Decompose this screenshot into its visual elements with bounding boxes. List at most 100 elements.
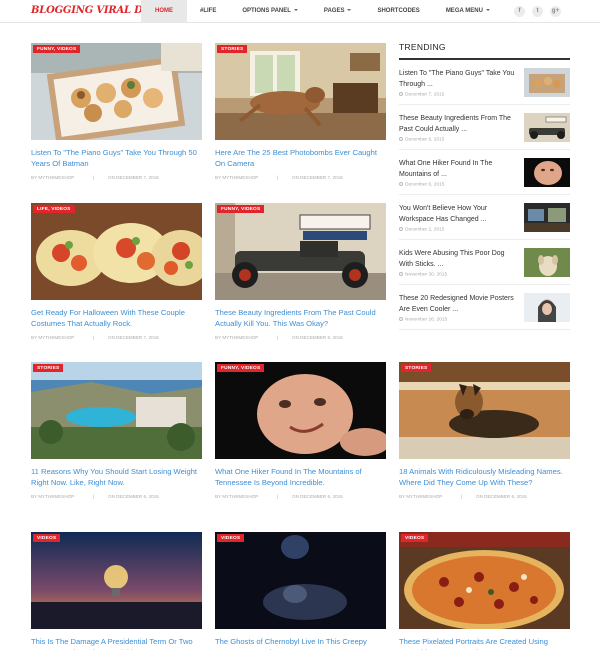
post-title[interactable]: This Is The Damage A Presidential Term O…	[31, 636, 202, 650]
post-thumbnail[interactable]: STORIES	[31, 362, 202, 459]
category-badge[interactable]: VIDEOS	[33, 534, 61, 542]
trending-item-title[interactable]: These 20 Redesigned Movie Posters Are Ev…	[399, 293, 517, 315]
category-badge[interactable]: VIDEOS	[401, 534, 429, 542]
post-title[interactable]: Get Ready For Halloween With These Coupl…	[31, 307, 202, 329]
post-thumbnail[interactable]: VIDEOS	[31, 532, 202, 629]
trending-item-date: December 6, 2015	[405, 182, 445, 188]
post-author[interactable]: BY MYTHEMESHOP	[215, 494, 258, 499]
hot-rod-image	[524, 113, 570, 142]
nav-home[interactable]: HOME	[141, 0, 187, 23]
nav-pages[interactable]: PAGES	[311, 0, 365, 23]
post-card: STORIES Here Are The 25 Best Photobombs …	[215, 43, 386, 182]
meta-separator: |	[277, 494, 279, 499]
trending-item-date: December 7, 2015	[405, 92, 445, 98]
post-author[interactable]: BY MYTHEMESHOP	[215, 175, 258, 180]
clock-icon	[399, 92, 403, 96]
nav-shortcodes[interactable]: SHORTCODES	[364, 0, 432, 23]
lightbulb-sunset-image	[31, 532, 202, 629]
nav-mega-menu[interactable]: MEGA MENU	[433, 0, 503, 23]
trending-item: Listen To "The Piano Guys" Take You Thro…	[399, 60, 570, 105]
trending-sidebar: TRENDING Listen To "The Piano Guys" Take…	[399, 42, 570, 330]
post-title[interactable]: These Beauty Ingredients From The Past C…	[215, 307, 386, 329]
category-badge[interactable]: LIFE, VIDEOS	[33, 205, 75, 213]
post-date: ON DECEMBER 6, 2015	[476, 494, 527, 499]
post-author[interactable]: BY MYTHEMESHOP	[215, 335, 258, 340]
post-meta: BY MYTHEMESHOP | ON DECEMBER 7, 2015	[215, 175, 386, 182]
clock-icon	[399, 317, 403, 321]
nav-life[interactable]: #LIFE	[187, 0, 229, 23]
nav-label: MEGA MENU	[445, 8, 483, 14]
trending-item-thumbnail[interactable]	[524, 68, 570, 97]
post-meta: BY MYTHEMESHOP | ON DECEMBER 6, 2015	[31, 494, 202, 501]
baby-image	[215, 362, 386, 459]
category-badge[interactable]: STORIES	[217, 45, 248, 53]
trending-item-thumbnail[interactable]	[524, 248, 570, 277]
post-title[interactable]: The Ghosts of Chernobyl Live In This Cre…	[215, 636, 386, 650]
post-title[interactable]: These Pixelated Portraits Are Created Us…	[399, 636, 570, 650]
post-title[interactable]: 18 Animals With Ridiculously Misleading …	[399, 466, 570, 488]
social-links: f t g+	[514, 6, 561, 17]
post-thumbnail[interactable]: VIDEOS	[399, 532, 570, 629]
post-author[interactable]: BY MYTHEMESHOP	[31, 175, 74, 180]
post-thumbnail[interactable]: STORIES	[215, 43, 386, 140]
post-meta: BY MYTHEMESHOP | ON DECEMBER 7, 2015	[31, 335, 202, 342]
post-meta: BY MYTHEMESHOP | ON DECEMBER 7, 2015	[31, 175, 202, 182]
category-badge[interactable]: FUNNY, VIDEOS	[33, 45, 81, 53]
trending-item-title[interactable]: You Won't Believe How Your Workspace Has…	[399, 203, 517, 225]
post-thumbnail[interactable]: LIFE, VIDEOS	[31, 203, 202, 300]
tacos-image	[31, 203, 202, 300]
trending-heading: TRENDING	[399, 42, 570, 60]
meta-separator: |	[93, 175, 95, 180]
google-plus-icon[interactable]: g+	[550, 6, 561, 17]
meta-separator: |	[93, 494, 95, 499]
category-badge[interactable]: STORIES	[401, 364, 432, 372]
category-badge[interactable]: STORIES	[33, 364, 64, 372]
trending-item-title[interactable]: Listen To "The Piano Guys" Take You Thro…	[399, 68, 517, 90]
trending-item-thumbnail[interactable]	[524, 293, 570, 322]
post-author[interactable]: BY MYTHEMESHOP	[31, 335, 74, 340]
trending-item-thumbnail[interactable]	[524, 203, 570, 232]
clock-icon	[399, 182, 403, 186]
post-thumbnail[interactable]: VIDEOS	[215, 532, 386, 629]
meta-separator: |	[277, 175, 279, 180]
trending-item-title[interactable]: Kids Were Abusing This Poor Dog With Sti…	[399, 248, 517, 270]
post-card: VIDEOS This Is The Damage A Presidential…	[31, 532, 202, 650]
category-badge[interactable]: FUNNY, VIDEOS	[217, 205, 265, 213]
trending-item-date: December 6, 2015	[405, 137, 445, 143]
trending-item-title[interactable]: What One Hiker Found In The Mountains of…	[399, 158, 517, 180]
meta-separator: |	[461, 494, 463, 499]
trending-item-thumbnail[interactable]	[524, 113, 570, 142]
trending-item-thumbnail[interactable]	[524, 158, 570, 187]
trending-item-date-row: December 6, 2015	[399, 182, 444, 188]
nav-options-panel[interactable]: OPTIONS PANEL	[229, 0, 311, 23]
trending-item-date-row: December 6, 2015	[399, 137, 444, 143]
post-card: FUNNY, VIDEOS These Beauty Ingredients F…	[215, 203, 386, 342]
post-card: FUNNY, VIDEOS What One Hiker Found In Th…	[215, 362, 386, 501]
dog-leaping-image	[215, 43, 386, 140]
post-title[interactable]: 11 Reasons Why You Should Start Losing W…	[31, 466, 202, 488]
pizza-image	[399, 532, 570, 629]
post-date: ON DECEMBER 7, 2015	[108, 335, 159, 340]
post-title[interactable]: What One Hiker Found In The Mountains of…	[215, 466, 386, 488]
post-meta: BY MYTHEMESHOP | ON DECEMBER 6, 2015	[399, 494, 570, 501]
nav-label: OPTIONS PANEL	[242, 8, 291, 14]
category-badge[interactable]: VIDEOS	[217, 534, 245, 542]
post-author[interactable]: BY MYTHEMESHOP	[31, 494, 74, 499]
twitter-icon[interactable]: t	[532, 6, 543, 17]
trending-item: You Won't Believe How Your Workspace Has…	[399, 195, 570, 240]
post-thumbnail[interactable]: FUNNY, VIDEOS	[215, 203, 386, 300]
facebook-icon[interactable]: f	[514, 6, 525, 17]
trending-item-date: November 26, 2015	[405, 317, 448, 323]
post-thumbnail[interactable]: STORIES	[399, 362, 570, 459]
category-badge[interactable]: FUNNY, VIDEOS	[217, 364, 265, 372]
post-thumbnail[interactable]: FUNNY, VIDEOS	[215, 362, 386, 459]
post-title[interactable]: Listen To "The Piano Guys" Take You Thro…	[31, 147, 202, 169]
coastal-resort-image	[31, 362, 202, 459]
post-title[interactable]: Here Are The 25 Best Photobombs Ever Cau…	[215, 147, 386, 169]
post-thumbnail[interactable]: FUNNY, VIDEOS	[31, 43, 202, 140]
workspace-image	[524, 203, 570, 232]
post-author[interactable]: BY MYTHEMESHOP	[399, 494, 442, 499]
trending-item: These 20 Redesigned Movie Posters Are Ev…	[399, 285, 570, 330]
site-header: BLOGGING VIRAL DEMO HOME #LIFE OPTIONS P…	[0, 0, 600, 23]
trending-item-title[interactable]: These Beauty Ingredients From The Past C…	[399, 113, 517, 135]
